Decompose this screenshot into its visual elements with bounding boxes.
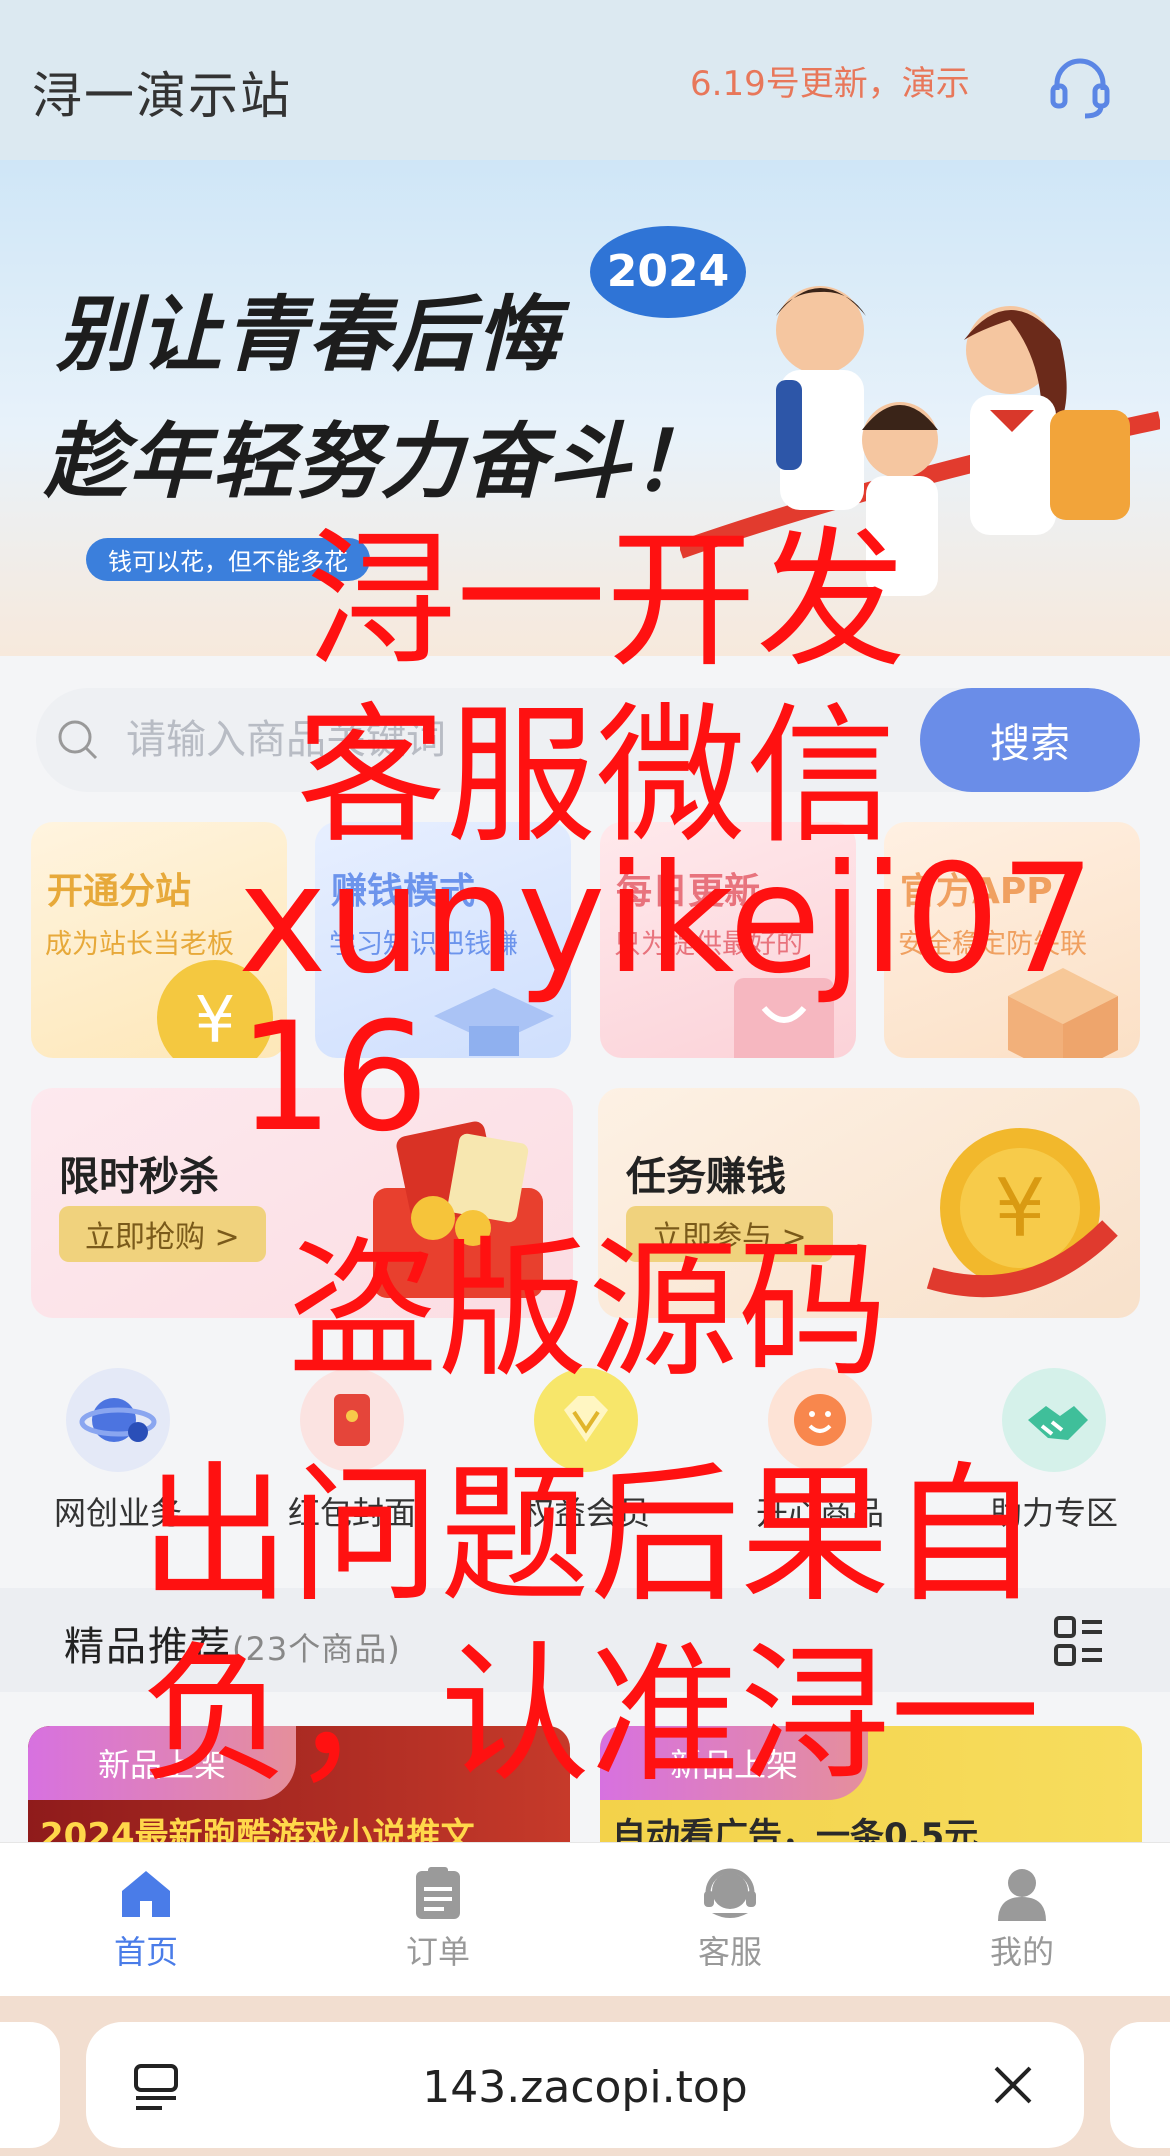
search-button[interactable]: 搜索: [920, 688, 1140, 792]
recommend-title: 精品推荐(23个商品): [64, 1614, 401, 1672]
product-tag: 新品上架: [28, 1726, 297, 1800]
handshake-icon: [1002, 1368, 1106, 1472]
red-envelope-box-icon: [373, 1121, 543, 1298]
address-bar[interactable]: 143.zacopi.top: [86, 2022, 1084, 2148]
banner-headline-2: 趁年轻努力奋斗！: [44, 415, 716, 510]
nav-item-vip-member[interactable]: 权益会员: [486, 1368, 686, 1534]
search-icon: [58, 720, 98, 760]
banner-tagline: 钱可以花，但不能多花: [86, 538, 370, 581]
page: 浔一演示站 6.19号更新，演示 别让青春后悔 趁年轻努力奋斗！ 2024 钱可…: [0, 0, 1170, 2156]
app-header: 浔一演示站 6.19号更新，演示: [0, 0, 1170, 160]
shopping-bag-icon: [734, 978, 834, 1058]
smile-icon: [768, 1368, 872, 1472]
clipboard-icon: [416, 1867, 460, 1919]
nav-item-happy-goods[interactable]: 开心商品: [720, 1368, 920, 1534]
box-icon: [1008, 968, 1118, 1058]
product-title: 自动看广告，一条0.5元: [612, 1816, 979, 1846]
nav-item-label: 权益会员: [521, 1494, 650, 1532]
feature-card-daily-update[interactable]: 每日更新 只为提供最好的: [600, 822, 856, 1058]
product-title: 2024最新跑酷游戏小说推文: [40, 1816, 475, 1846]
gold-coin-icon: ¥: [926, 1128, 1118, 1298]
tab-service[interactable]: 客服: [630, 1863, 830, 1973]
nav-item-label: 红包封面: [287, 1494, 416, 1532]
tab-label: 我的: [989, 1933, 1054, 1971]
svg-text:¥: ¥: [195, 984, 236, 1058]
search-input[interactable]: [126, 688, 946, 792]
feature-card-title: 开通分站: [47, 871, 192, 912]
tab-profile[interactable]: 我的: [922, 1863, 1122, 1973]
nav-item-boost-zone[interactable]: 助力专区: [954, 1368, 1154, 1534]
search-bar: 搜索: [36, 688, 1140, 792]
promo-title: 限时秒杀: [59, 1154, 219, 1200]
url-text: 143.zacopi.top: [422, 2062, 748, 2113]
feature-card-title: 每日更新: [616, 871, 761, 912]
nav-item-label: 助力专区: [989, 1494, 1118, 1532]
product-card[interactable]: 新品上架 自动看广告，一条0.5元: [600, 1726, 1142, 1846]
previous-tab-preview[interactable]: [0, 2022, 60, 2148]
home-icon: [122, 1871, 170, 1917]
site-title: 浔一演示站: [32, 67, 292, 125]
promo-action-button[interactable]: 立即抢购 >: [59, 1206, 266, 1262]
diamond-icon: [534, 1368, 638, 1472]
feature-card-title: 官方APP: [900, 871, 1053, 912]
banner-headline-1: 别让青春后悔: [56, 288, 560, 383]
feature-card-earning-mode[interactable]: 赚钱模式 学习知识把钱赚: [315, 822, 571, 1058]
tab-label: 客服: [697, 1933, 762, 1971]
hero-banner[interactable]: 别让青春后悔 趁年轻努力奋斗！ 2024 钱可以花，但不能多花: [0, 160, 1170, 656]
notice-marquee[interactable]: 6.19号更新，演示: [690, 56, 990, 105]
feature-card-substation[interactable]: 开通分站 成为站长当老板 ¥: [31, 822, 287, 1058]
headset-icon[interactable]: [1045, 52, 1115, 122]
students-illustration: [680, 286, 1160, 596]
recommend-title-text: 精品推荐: [64, 1624, 232, 1670]
next-tab-preview[interactable]: [1110, 2022, 1170, 2148]
planet-user-icon: [66, 1368, 170, 1472]
nav-item-network-business[interactable]: 网创业务: [18, 1368, 218, 1534]
product-card[interactable]: 新品上架 2024最新跑酷游戏小说推文: [28, 1726, 570, 1846]
bottom-tab-bar: 首页 订单 客服 我的: [0, 1842, 1170, 1996]
recommend-count: (23个商品): [232, 1630, 401, 1668]
list-view-toggle-icon[interactable]: [1052, 1614, 1106, 1668]
recommend-header: 精品推荐(23个商品): [0, 1588, 1170, 1692]
yuan-coin-icon: ¥: [157, 960, 273, 1058]
promo-task-earning[interactable]: 任务赚钱 立即参与 > ¥: [598, 1088, 1140, 1318]
feature-card-official-app[interactable]: 官方APP 安全稳定防失联: [884, 822, 1140, 1058]
promo-title: 任务赚钱: [626, 1154, 786, 1200]
promo-flash-sale[interactable]: 限时秒杀 立即抢购 >: [31, 1088, 573, 1318]
tab-label: 订单: [405, 1933, 470, 1971]
nav-item-label: 网创业务: [53, 1494, 182, 1532]
svg-text:¥: ¥: [995, 1162, 1046, 1255]
user-icon: [998, 1869, 1046, 1921]
tab-orders[interactable]: 订单: [338, 1863, 538, 1973]
headset-icon: [704, 1868, 756, 1918]
graduation-cap-icon: [434, 988, 554, 1056]
feature-card-title: 赚钱模式: [331, 871, 476, 912]
close-icon[interactable]: [990, 2062, 1036, 2108]
product-tag: 新品上架: [600, 1726, 869, 1800]
tab-home[interactable]: 首页: [46, 1863, 246, 1973]
browser-toolbar: 143.zacopi.top: [0, 1996, 1170, 2156]
nav-item-red-envelope[interactable]: 红包封面: [252, 1368, 452, 1534]
nav-item-label: 开心商品: [755, 1494, 884, 1532]
promo-action-button[interactable]: 立即参与 >: [626, 1206, 833, 1262]
red-envelope-icon: [300, 1368, 404, 1472]
tab-label: 首页: [113, 1933, 178, 1971]
